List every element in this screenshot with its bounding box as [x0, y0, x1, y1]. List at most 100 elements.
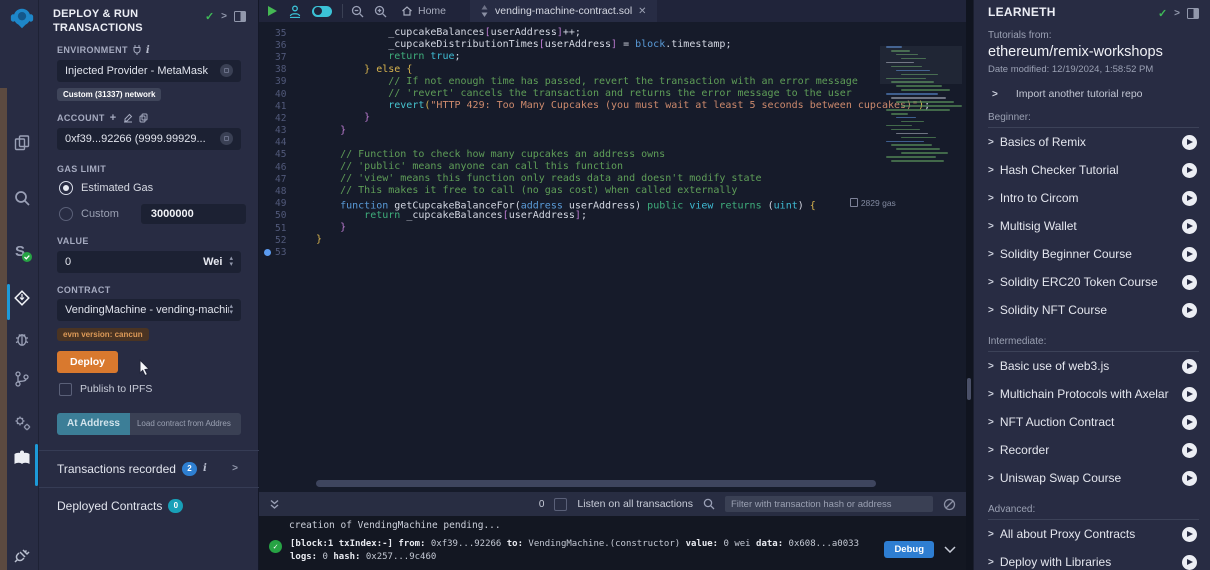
tutorial-expand-icon[interactable]: > [988, 417, 994, 428]
minimap-slider[interactable] [880, 46, 962, 84]
remix-logo-icon[interactable] [9, 4, 35, 32]
tutorial-expand-icon[interactable]: > [988, 249, 994, 260]
publish-ipfs-checkbox[interactable] [59, 383, 72, 396]
gutter[interactable]: 49 [259, 198, 316, 210]
home-tab[interactable]: Home [401, 5, 446, 17]
copy-account-icon[interactable] [139, 113, 148, 123]
tutorial-item[interactable]: >Solidity ERC20 Token Course [988, 268, 1199, 296]
deploy-run-icon[interactable] [9, 288, 35, 308]
gutter[interactable]: 38 [259, 64, 316, 76]
custom-gas-input[interactable]: 3000000 [141, 204, 246, 224]
play-tutorial-icon[interactable] [1182, 275, 1197, 290]
clear-console-icon[interactable] [943, 498, 956, 511]
panel-collapse-icon[interactable]: > [221, 11, 227, 22]
custom-gas-radio[interactable] [59, 207, 73, 221]
terminal-filter-input[interactable] [725, 496, 933, 512]
play-tutorial-icon[interactable] [1182, 247, 1197, 262]
listen-transactions-checkbox[interactable] [554, 498, 567, 511]
tutorial-item[interactable]: >Solidity Beginner Course [988, 240, 1199, 268]
tutorial-expand-icon[interactable]: > [988, 361, 994, 372]
source-control-icon[interactable] [9, 370, 35, 388]
value-unit-stepper[interactable]: ▴▾ [229, 256, 233, 267]
breakpoint-zone[interactable] [259, 249, 275, 256]
tutorial-expand-icon[interactable]: > [988, 137, 994, 148]
gutter[interactable]: 50 [259, 210, 316, 222]
close-tab-icon[interactable]: ✕ [638, 6, 646, 17]
tutorial-item[interactable]: >Solidity NFT Course [988, 296, 1199, 324]
play-tutorial-icon[interactable] [1182, 303, 1197, 318]
tutorial-expand-icon[interactable]: > [988, 389, 994, 400]
tab-vending-machine-contract[interactable]: vending-machine-contract.sol ✕ [470, 0, 657, 22]
run-script-icon[interactable] [267, 5, 278, 17]
estimated-gas-radio[interactable] [59, 181, 73, 195]
gutter[interactable]: 37 [259, 51, 316, 63]
learneth-icon[interactable] [9, 450, 35, 468]
tutorial-item[interactable]: >NFT Auction Contract [988, 408, 1199, 436]
value-unit-select[interactable]: Wei [203, 256, 222, 268]
transactions-recorded-row[interactable]: Transactions recorded 2 i > [53, 451, 246, 487]
tutorial-item[interactable]: >Basic use of web3.js [988, 352, 1199, 380]
play-tutorial-icon[interactable] [1182, 415, 1197, 430]
play-tutorial-icon[interactable] [1182, 219, 1197, 234]
gutter[interactable]: 46 [259, 161, 316, 173]
add-account-icon[interactable]: + [110, 112, 117, 124]
search-icon[interactable] [9, 189, 35, 207]
tutorial-expand-icon[interactable]: > [988, 305, 994, 316]
tutorial-expand-icon[interactable]: > [988, 445, 994, 456]
gutter[interactable]: 44 [259, 137, 316, 149]
transactions-expand-icon[interactable]: > [232, 463, 238, 474]
environment-select[interactable]: Injected Provider - MetaMask [57, 60, 241, 82]
play-tutorial-icon[interactable] [1182, 555, 1197, 570]
tutorial-expand-icon[interactable]: > [988, 473, 994, 484]
play-tutorial-icon[interactable] [1182, 443, 1197, 458]
import-tutorial-repo[interactable]: > Import another tutorial repo [992, 88, 1199, 100]
at-address-button[interactable]: At Address [57, 413, 130, 435]
copy-address-icon[interactable] [220, 132, 233, 145]
play-tutorial-icon[interactable] [1182, 527, 1197, 542]
gutter[interactable]: 39 [259, 76, 316, 88]
tutorial-item[interactable]: >Hash Checker Tutorial [988, 156, 1199, 184]
zoom-in-icon[interactable] [374, 5, 387, 18]
file-explorer-icon[interactable] [9, 134, 35, 152]
copy-environment-icon[interactable] [220, 64, 233, 77]
transactions-info-icon[interactable]: i [203, 463, 207, 474]
edit-account-icon[interactable] [123, 113, 133, 123]
terminal-collapse-icon[interactable] [269, 499, 280, 510]
vertical-scrollbar[interactable] [967, 378, 971, 400]
tutorial-expand-icon[interactable]: > [988, 557, 994, 568]
play-tutorial-icon[interactable] [1182, 359, 1197, 374]
environment-info-icon[interactable]: i [146, 45, 150, 56]
learneth-collapse-icon[interactable]: > [1174, 8, 1180, 19]
gutter[interactable]: 42 [259, 112, 316, 124]
tutorial-expand-icon[interactable]: > [988, 277, 994, 288]
at-address-input[interactable]: Load contract from Addres [130, 413, 241, 435]
tutorial-expand-icon[interactable]: > [988, 529, 994, 540]
deploy-button[interactable]: Deploy [57, 351, 118, 373]
tutorial-item[interactable]: >Deploy with Libraries [988, 548, 1199, 570]
solidity-compiler-icon[interactable]: S [9, 240, 35, 264]
play-tutorial-icon[interactable] [1182, 191, 1197, 206]
copilot-toggle[interactable] [312, 6, 332, 17]
account-select[interactable]: 0xf39...92266 (9999.99929... [57, 128, 241, 150]
gutter[interactable]: 53 [259, 246, 316, 258]
gutter[interactable]: 43 [259, 125, 316, 137]
code-editor[interactable]: 35 _cupcakeBalances[userAddress]++;36 _c… [259, 22, 966, 492]
minimap[interactable] [882, 46, 960, 174]
tutorial-item[interactable]: >Recorder [988, 436, 1199, 464]
tutorial-expand-icon[interactable]: > [988, 193, 994, 204]
panel-pin-icon[interactable] [234, 11, 246, 22]
gutter[interactable]: 51 [259, 222, 316, 234]
tutorial-expand-icon[interactable]: > [988, 165, 994, 176]
ai-copilot-icon[interactable] [288, 5, 302, 18]
gutter[interactable]: 52 [259, 234, 316, 246]
tutorial-item[interactable]: >Uniswap Swap Course [988, 464, 1199, 492]
gutter[interactable]: 47 [259, 173, 316, 185]
plugin-manager-icon[interactable] [9, 414, 35, 432]
play-tutorial-icon[interactable] [1182, 163, 1197, 178]
contract-select[interactable]: VendingMachine - vending-machin ▴▾ [57, 299, 241, 321]
gutter[interactable]: 48 [259, 185, 316, 197]
play-tutorial-icon[interactable] [1182, 135, 1197, 150]
debug-button[interactable]: Debug [884, 541, 934, 558]
breakpoint-dot[interactable] [264, 249, 271, 256]
tutorial-item[interactable]: >Multisig Wallet [988, 212, 1199, 240]
